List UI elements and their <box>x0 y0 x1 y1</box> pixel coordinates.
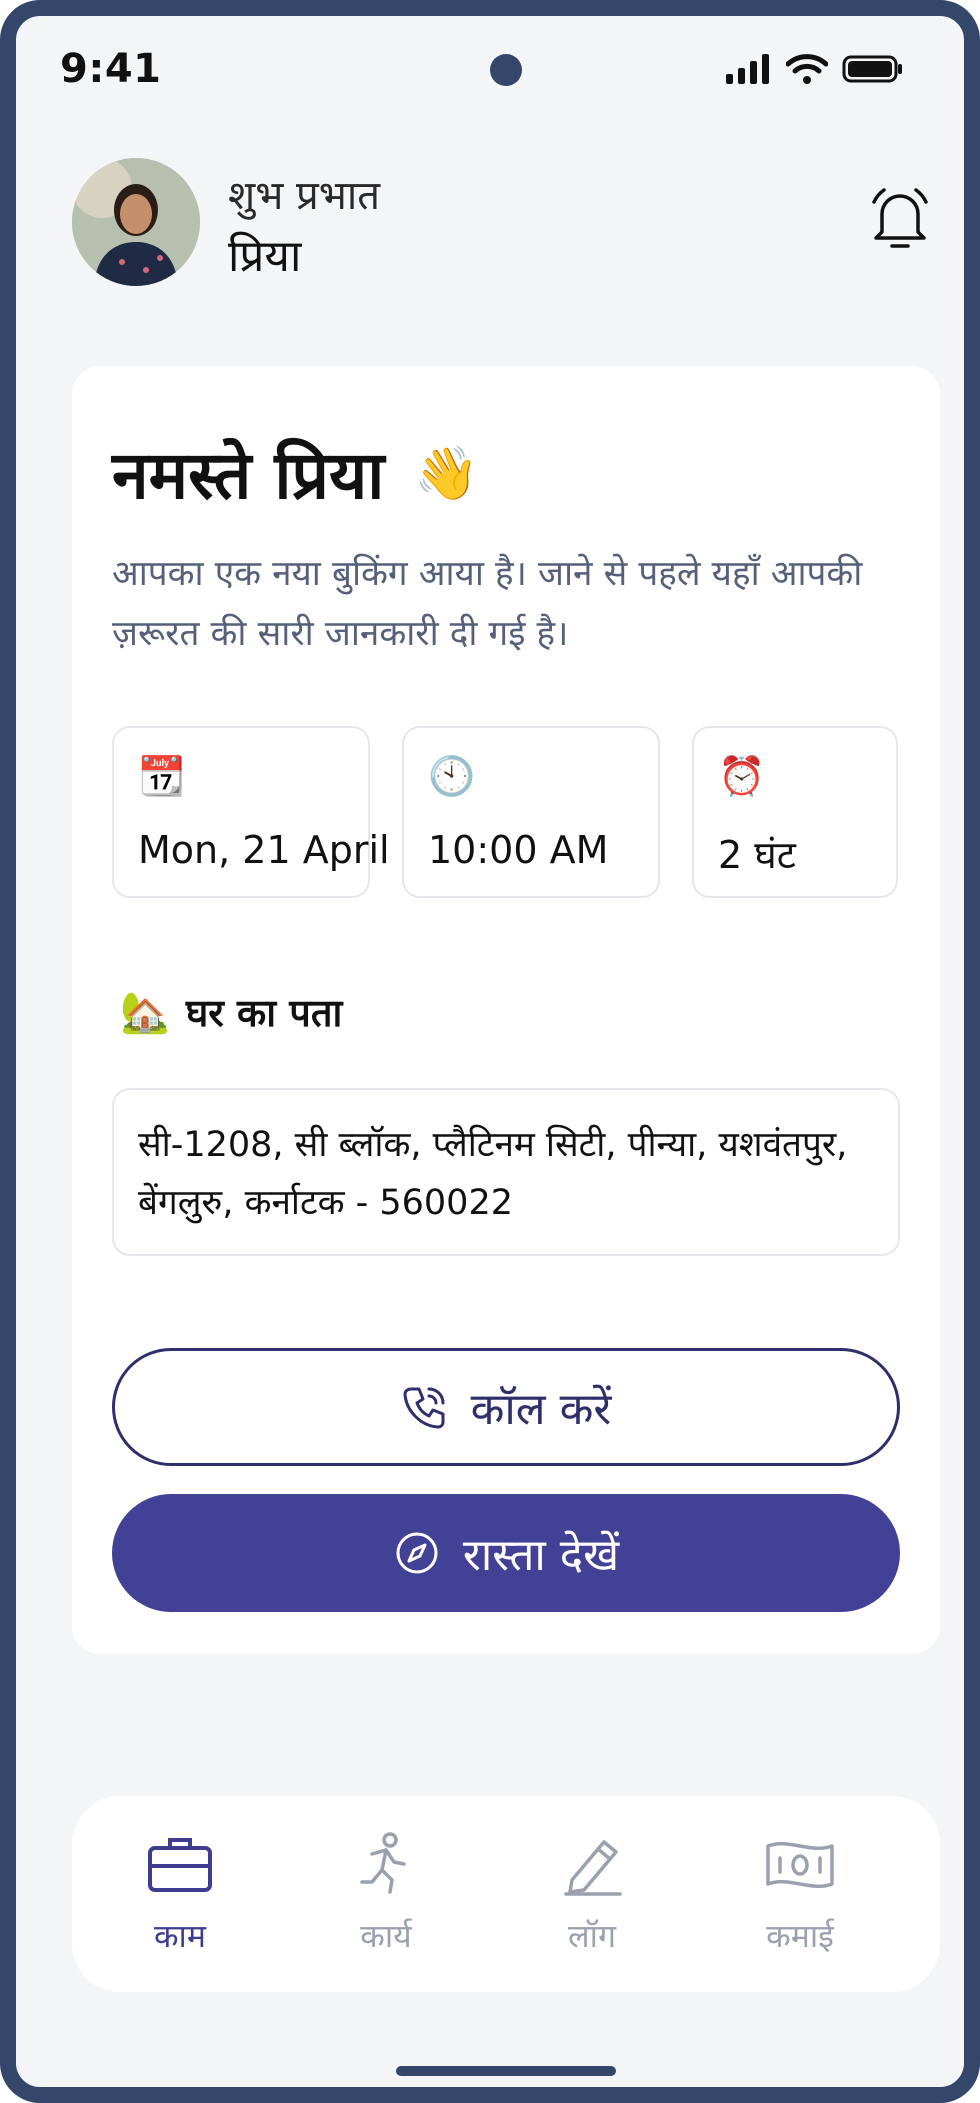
compass-icon <box>396 1532 438 1574</box>
date-value: Mon, 21 April <box>138 828 390 872</box>
address-heading: घर का पता <box>185 991 343 1035</box>
banknote-icon <box>766 1841 834 1889</box>
call-button-label: कॉल करें <box>470 1384 612 1435</box>
phone-call-icon <box>403 1387 445 1429</box>
status-icons <box>726 54 904 84</box>
nav-item-earnings[interactable]: कमाई <box>720 1832 880 1957</box>
bottom-nav: काम कार्य लॉग कमाई <box>72 1796 940 1992</box>
greeting-text: शुभ प्रभात <box>228 173 381 219</box>
route-button[interactable]: रास्ता देखें <box>112 1494 900 1612</box>
nav-item-log[interactable]: लॉग <box>512 1832 672 1957</box>
avatar-image <box>72 158 200 286</box>
nav-label-earnings: कमाई <box>766 1917 834 1955</box>
address-heading-row: 🏡 घर का पता <box>120 986 342 1038</box>
signal-icon <box>726 54 769 84</box>
wave-emoji-icon: 👋 <box>414 443 480 504</box>
time-box: 🕙 10:00 AM <box>402 726 660 898</box>
calendar-icon: 📆 <box>138 754 186 798</box>
clock-icon: 🕙 <box>428 754 476 798</box>
booking-card: नमस्ते प्रिया 👋 आपका एक नया बुकिंग आया ह… <box>72 366 940 1654</box>
screen: 9:41 शुभ प्रभात प्रिया नमस्ते प्रिया 👋 आ… <box>0 0 980 2103</box>
intro-text: आपका एक नया बुकिंग आया है। जाने से पहले … <box>112 554 863 654</box>
user-name: प्रिया <box>228 231 302 282</box>
nav-label-work: काम <box>153 1917 206 1955</box>
card-title-row: नमस्ते प्रिया 👋 <box>112 428 479 518</box>
battery-icon <box>842 55 902 83</box>
phone: 9:41 शुभ प्रभात प्रिया नमस्ते प्रिया 👋 आ… <box>0 0 980 2103</box>
camera-icon <box>490 54 522 86</box>
avatar[interactable] <box>72 158 200 286</box>
route-button-label: रास्ता देखें <box>462 1530 620 1581</box>
briefcase-icon <box>148 1838 212 1892</box>
running-person-icon <box>360 1832 406 1894</box>
pencil-icon <box>564 1840 622 1896</box>
duration-box: ⏰ 2 घंट <box>692 726 898 898</box>
nav-item-tasks[interactable]: कार्य <box>306 1832 466 1957</box>
address-text: सी-1208, सी ब्लॉक, प्लैटिनम सिटी, पीन्या… <box>112 1088 900 1256</box>
alarm-clock-icon: ⏰ <box>718 754 766 798</box>
card-title: नमस्ते प्रिया <box>112 437 385 514</box>
home-indicator[interactable] <box>396 2066 616 2076</box>
wifi-icon <box>786 54 828 84</box>
nav-label-tasks: कार्य <box>360 1917 412 1955</box>
time-value: 10:00 AM <box>428 828 609 872</box>
house-icon: 🏡 <box>120 989 170 1036</box>
bell-icon[interactable] <box>868 184 932 254</box>
duration-value: 2 घंट <box>718 833 796 877</box>
nav-label-log: लॉग <box>567 1917 616 1955</box>
status-time: 9:41 <box>60 46 162 92</box>
date-box: 📆 Mon, 21 April <box>112 726 390 898</box>
nav-item-work[interactable]: काम <box>100 1832 260 1957</box>
call-button[interactable]: कॉल करें <box>112 1348 900 1466</box>
